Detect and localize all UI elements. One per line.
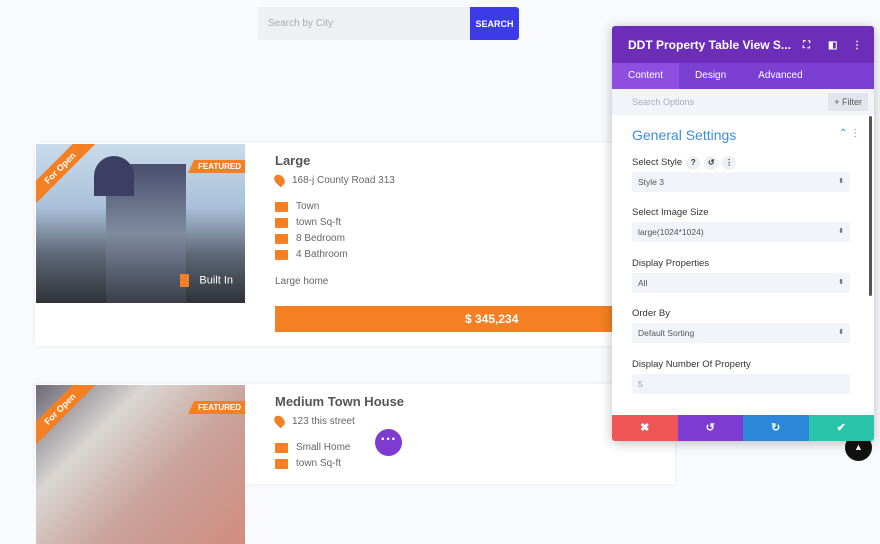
area-chart-icon bbox=[275, 458, 288, 469]
home-icon bbox=[275, 201, 288, 212]
area-chart-icon bbox=[275, 217, 288, 228]
select-image-size[interactable]: large(1024*1024) ⬍ bbox=[632, 222, 850, 242]
bedrooms: 8 Bedroom bbox=[275, 233, 345, 244]
redo-button[interactable]: ↻ bbox=[743, 415, 809, 441]
map-pin-icon bbox=[272, 413, 287, 429]
select-display-properties[interactable]: All ⬍ bbox=[632, 273, 850, 293]
property-type: Small Home bbox=[275, 442, 350, 453]
field-label: Display Properties bbox=[632, 258, 710, 269]
for-open-ribbon: For Open bbox=[36, 144, 102, 210]
panel-title: DDT Property Table View S... bbox=[628, 37, 791, 52]
property-title[interactable]: Large bbox=[275, 153, 310, 168]
bath-icon bbox=[275, 249, 288, 260]
collapse-chevron-icon[interactable]: ⌃ ⋮ bbox=[839, 128, 860, 139]
built-in-label: Built In bbox=[180, 274, 233, 287]
kebab-menu-icon[interactable]: ⋮ bbox=[852, 40, 862, 51]
address: 123 this street bbox=[272, 413, 355, 429]
field-label: Select Image Size bbox=[632, 207, 709, 218]
bed-icon bbox=[275, 233, 288, 244]
scrollbar[interactable] bbox=[869, 116, 872, 296]
tab-advanced[interactable]: Advanced bbox=[742, 63, 818, 89]
undo-button[interactable]: ↺ bbox=[677, 415, 743, 441]
home-icon bbox=[275, 442, 288, 453]
number-of-property-input[interactable]: 5 bbox=[632, 374, 850, 394]
bathrooms: 4 Bathroom bbox=[275, 249, 348, 260]
help-icon[interactable]: ? bbox=[686, 156, 701, 170]
select-style[interactable]: Style 3 ⬍ bbox=[632, 172, 850, 192]
featured-badge: FEATURED bbox=[188, 160, 245, 173]
property-title[interactable]: Medium Town House bbox=[275, 394, 404, 409]
property-area: town Sq-ft bbox=[275, 217, 341, 228]
more-options-button[interactable]: ··· bbox=[375, 429, 402, 456]
cancel-button[interactable]: ✖ bbox=[612, 415, 678, 441]
section-title[interactable]: General Settings bbox=[632, 127, 736, 143]
save-button[interactable]: ✔ bbox=[808, 415, 874, 441]
description: Large home bbox=[275, 276, 329, 287]
property-image[interactable]: For Open FEATURED bbox=[36, 385, 245, 544]
tab-content[interactable]: Content bbox=[612, 63, 680, 89]
field-label: Display Number Of Property bbox=[632, 359, 751, 370]
property-area: town Sq-ft bbox=[275, 458, 341, 469]
select-order-by[interactable]: Default Sorting ⬍ bbox=[632, 323, 850, 343]
options-icon[interactable]: ⋮ bbox=[722, 156, 737, 170]
building-icon bbox=[180, 274, 190, 287]
map-pin-icon bbox=[272, 172, 287, 188]
property-card: For Open FEATURED Medium Town House 123 … bbox=[35, 384, 675, 544]
reset-icon[interactable]: ↺ bbox=[704, 156, 719, 170]
search-options-input[interactable]: Search Options + Filter bbox=[612, 89, 874, 115]
for-open-ribbon: For Open bbox=[36, 385, 102, 451]
fullscreen-icon[interactable]: ⛶ bbox=[803, 40, 810, 51]
settings-panel: DDT Property Table View S... ⛶ ◧ ⋮ Conte… bbox=[612, 26, 874, 441]
search-button[interactable]: SEARCH bbox=[470, 7, 519, 40]
field-label: Order By bbox=[632, 308, 671, 319]
property-image[interactable]: For Open FEATURED Built In bbox=[36, 144, 245, 303]
featured-badge: FEATURED bbox=[188, 401, 245, 414]
property-type: Town bbox=[275, 201, 319, 212]
tab-design[interactable]: Design bbox=[679, 63, 742, 89]
property-card: For Open FEATURED Built In Large 168-j C… bbox=[35, 143, 675, 346]
address: 168-j County Road 313 bbox=[272, 172, 395, 188]
search-input[interactable] bbox=[258, 7, 470, 40]
field-label: Select Style? ↺ ⋮ bbox=[632, 156, 737, 170]
filter-button[interactable]: + Filter bbox=[828, 93, 868, 111]
panel-header[interactable]: DDT Property Table View S... ⛶ ◧ ⋮ bbox=[612, 26, 874, 63]
sidebar-toggle-icon[interactable]: ◧ bbox=[828, 40, 837, 51]
